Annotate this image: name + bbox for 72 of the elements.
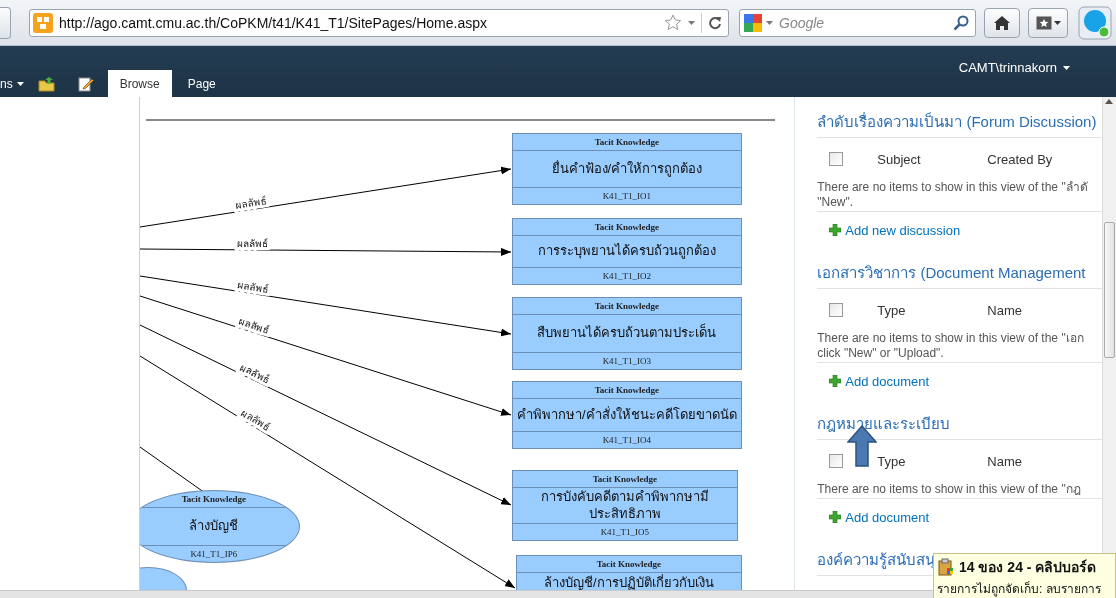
node-header: Tacit Knowledge [181, 494, 247, 504]
web-part-title[interactable]: ลำดับเรื่องความเป็นมา (Forum Discussion) [817, 112, 1102, 138]
node-header: Tacit Knowledge [592, 474, 658, 484]
column-header[interactable]: Created By [987, 151, 1053, 167]
node-header: Tacit Knowledge [594, 137, 660, 147]
bookmarks-button[interactable] [1028, 7, 1068, 38]
ribbon-tab[interactable]: Page [175, 70, 228, 97]
home-button[interactable] [984, 7, 1020, 38]
folder-up-icon[interactable] [37, 75, 56, 92]
dropdown-caret-icon [688, 20, 695, 25]
dropdown-caret-icon [1063, 65, 1070, 70]
node-title: การระบุพยานได้ครบถ้วนถูกต้อง [537, 243, 716, 260]
reload-icon[interactable] [708, 15, 722, 30]
column-header[interactable]: Type [877, 453, 988, 469]
node-title: ล้างบัญชี [189, 518, 239, 535]
node-header: Tacit Knowledge [594, 301, 660, 311]
edge-label: ผลลัพธ์ [236, 279, 270, 295]
search-field[interactable]: Google [777, 13, 949, 32]
menu-label[interactable]: ns [0, 76, 13, 91]
node-header: Tacit Knowledge [594, 222, 660, 232]
scroll-up-icon[interactable] [1105, 99, 1113, 104]
node-title: ยื่นคำฟ้อง/คำให้การถูกต้อง [551, 160, 703, 178]
edge-label: ผลลัพธ์ [237, 315, 271, 336]
node-code: K41_T1_IO4 [602, 435, 652, 445]
empty-list-message: There are no items to show in this view of the "กฎ [817, 482, 1102, 499]
tooltip-text: รายการไม่ถูกจัดเก็บ: ลบรายการ [937, 580, 1102, 598]
select-all-checkbox[interactable] [829, 152, 844, 166]
ribbon-tab[interactable]: Browse [107, 70, 172, 97]
node-title: ล้างบัญชี/การปฏิบัติเกี่ยวกับเงิน [544, 575, 714, 590]
node-code: K41_T1_IO3 [602, 356, 652, 366]
edge-label: ผลลัพธ์ [234, 195, 268, 211]
column-header[interactable]: Name [987, 302, 1022, 318]
search-icon[interactable] [953, 14, 969, 31]
scrollbar-thumb[interactable] [1104, 222, 1115, 358]
url-text: http://ago.camt.cmu.ac.th/CoPKM/t41/K41_T1/SitePages/Home.aspx [59, 14, 488, 31]
node-title: สืบพยานได้ครบถ้วนตามประเด็น [537, 325, 717, 342]
plus-icon [829, 375, 842, 387]
plus-icon [829, 511, 842, 523]
edge-label: ผลลัพธ์ [236, 237, 268, 250]
select-all-checkbox[interactable] [829, 303, 844, 317]
site-icon [33, 12, 53, 33]
node-code: K41_T1_IO5 [600, 527, 650, 537]
dropdown-caret-icon [16, 81, 24, 86]
node-code: K41_T1_IO2 [602, 271, 652, 281]
star-icon[interactable] [664, 14, 682, 31]
user-menu[interactable]: CAMT\trinnakorn [958, 60, 1057, 75]
node-code: K41_T1_IO1 [602, 191, 652, 201]
tooltip-title: 14 ของ 24 - คลิปบอร์ด [959, 558, 1097, 577]
select-all-checkbox[interactable] [829, 454, 844, 468]
dropdown-caret-icon [766, 20, 773, 25]
add-item-link[interactable]: Add new discussion [829, 222, 961, 238]
home-icon [993, 14, 1011, 31]
plus-icon [829, 224, 842, 236]
column-header[interactable]: Type [877, 302, 988, 318]
add-item-link[interactable]: Add document [829, 373, 930, 389]
node-header: Tacit Knowledge [596, 559, 662, 569]
clipboard-icon [937, 558, 955, 576]
search-box[interactable]: Google [739, 8, 976, 37]
column-header[interactable]: Subject [877, 151, 988, 167]
node-title: การบังคับคดีตามคำพิพากษามีประสิทธิภาพ [539, 489, 710, 522]
back-button[interactable] [0, 6, 11, 39]
search-engine-icon [744, 13, 762, 32]
address-bar[interactable]: http://ago.camt.cmu.ac.th/CoPKM/t41/K41_T1/SitePages/Home.aspx [29, 8, 729, 37]
column-header[interactable]: Name [987, 453, 1022, 469]
node-header: Tacit Knowledge [594, 385, 660, 395]
dropdown-caret-icon [1053, 20, 1061, 25]
node-code: K41_T1_IP6 [190, 549, 238, 559]
node-title: คำพิพากษา/คำสั่งให้ชนะคดีโดยขาดนัด [517, 406, 737, 424]
add-item-link[interactable]: Add document [829, 509, 930, 525]
chat-app-icon[interactable] [1078, 5, 1112, 40]
web-part-title[interactable]: เอกสารวิชาการ (Document Management [817, 263, 1102, 289]
edit-page-icon[interactable] [77, 75, 94, 92]
